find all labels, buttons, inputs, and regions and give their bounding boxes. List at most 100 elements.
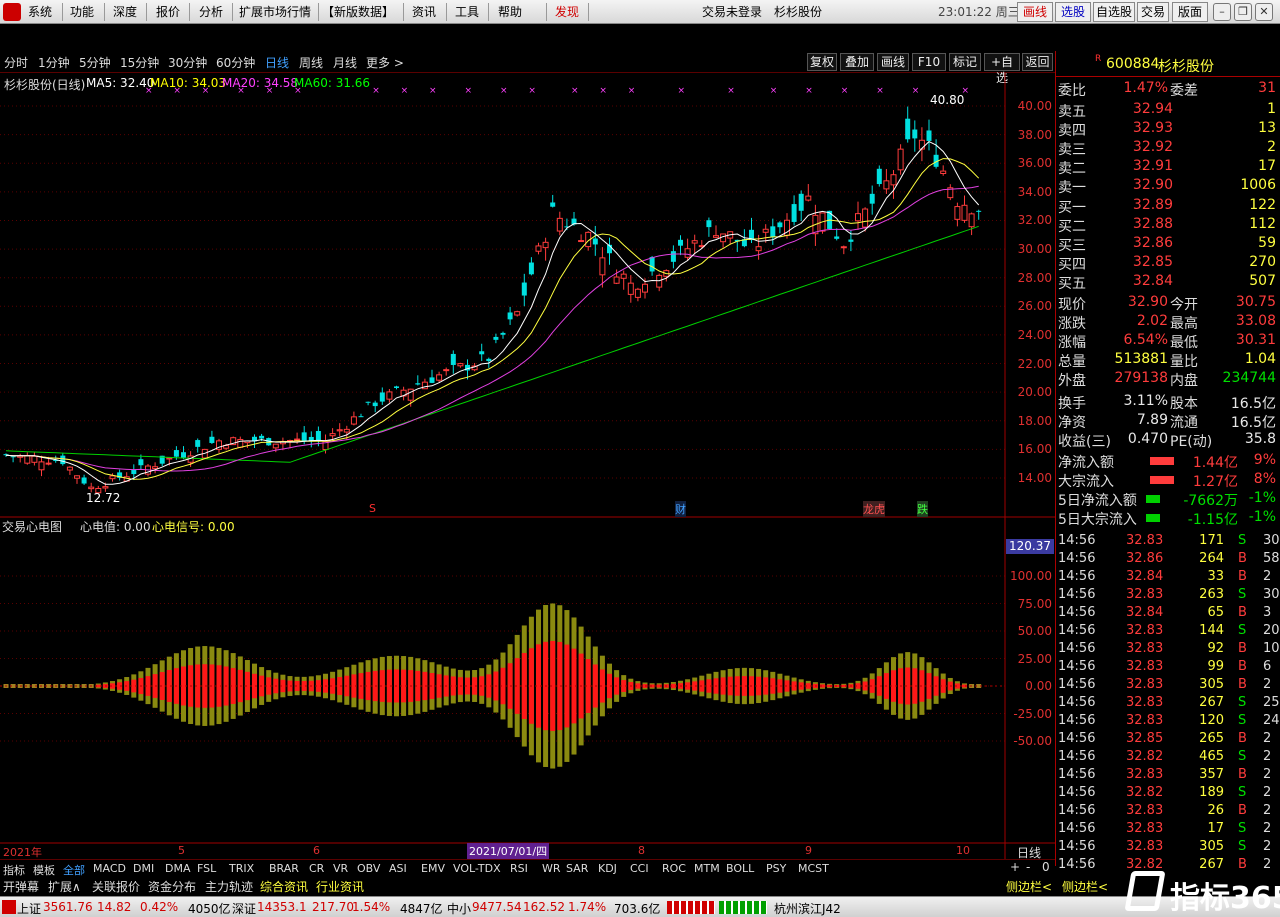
- candle-body: [315, 431, 321, 441]
- close-icon[interactable]: ✕: [1255, 3, 1273, 21]
- indicator-tab[interactable]: 全部: [63, 862, 85, 878]
- sidebar-collapse-right[interactable]: 侧边栏<: [1062, 878, 1108, 895]
- menu-analysis[interactable]: 分析: [199, 0, 223, 24]
- marker-finance[interactable]: 财: [675, 501, 686, 517]
- menu-news[interactable]: 资讯: [412, 0, 436, 24]
- zx-label[interactable]: 中小: [447, 900, 471, 917]
- tick-count: 2: [1263, 785, 1272, 800]
- weibi-label: 委比: [1058, 83, 1086, 99]
- date-oct: 10: [956, 844, 970, 857]
- marker-dragon-tiger[interactable]: 龙虎: [863, 501, 885, 517]
- tool-back[interactable]: 返回: [1022, 53, 1053, 71]
- indicator-tab[interactable]: VR: [333, 862, 348, 875]
- main-track-button[interactable]: 主力轨迹: [205, 878, 253, 895]
- price-tick: 14.00: [1017, 471, 1052, 485]
- tool-mark[interactable]: 标记: [949, 53, 981, 71]
- sidebar-collapse-left[interactable]: 侧边栏<: [1006, 878, 1052, 895]
- period-15min[interactable]: 15分钟: [120, 54, 159, 71]
- tool-f10[interactable]: F10: [912, 53, 946, 71]
- indicator-tick: 75.00: [1017, 596, 1052, 611]
- menu-system[interactable]: 系统: [28, 0, 52, 24]
- kline-chart[interactable]: × × × × × × × × × × × × × × × × × × × × × × ×: [0, 73, 1055, 859]
- trade-button[interactable]: 交易: [1137, 2, 1169, 22]
- quote-label2: 内盘: [1170, 373, 1198, 389]
- signal-mark: ×: [202, 86, 210, 96]
- menu-depth[interactable]: 深度: [113, 0, 137, 24]
- candle-body: [642, 283, 648, 293]
- indicator-tab[interactable]: EMV: [421, 862, 445, 875]
- tool-rights[interactable]: 复权: [807, 53, 837, 71]
- industry-news-button[interactable]: 行业资讯: [316, 878, 364, 895]
- select-stock-button[interactable]: 选股: [1055, 2, 1091, 22]
- indicator-tab[interactable]: BRAR: [269, 862, 299, 875]
- period-weekly[interactable]: 周线: [299, 54, 323, 71]
- indicator-tab[interactable]: DMI: [133, 862, 154, 875]
- period-30min[interactable]: 30分钟: [168, 54, 207, 71]
- period-60min[interactable]: 60分钟: [216, 54, 255, 71]
- sh-label[interactable]: 上证: [17, 900, 41, 917]
- danmaku-button[interactable]: 开弹幕: [3, 878, 39, 895]
- indicator-tab[interactable]: 模板: [33, 862, 55, 878]
- tick-time: 14:56: [1058, 551, 1096, 566]
- indicator-tab[interactable]: MACD: [93, 862, 126, 875]
- menu-tools[interactable]: 工具: [455, 0, 479, 24]
- indicator-tab[interactable]: ROC: [662, 862, 686, 875]
- tick-time: 14:56: [1058, 767, 1096, 782]
- indicator-tab[interactable]: BOLL: [726, 862, 754, 875]
- minimize-icon[interactable]: –: [1213, 3, 1231, 21]
- indicator-tab[interactable]: 指标: [3, 862, 25, 878]
- period-5min[interactable]: 5分钟: [79, 54, 111, 71]
- sz-label[interactable]: 深证: [232, 900, 256, 917]
- fund-distribution-button[interactable]: 资金分布: [148, 878, 196, 895]
- marker-fall[interactable]: 跌: [917, 501, 928, 517]
- candle-body: [926, 130, 932, 141]
- tool-overlay[interactable]: 叠加: [840, 53, 874, 71]
- indicator-tab[interactable]: ASI: [389, 862, 407, 875]
- indicator-tabs: 指标 模板 全部 MACD DMI DMA FSL TRIX BRAR CR VR OBV ASI EMV…: [0, 859, 1055, 877]
- indicator-tab[interactable]: WR: [542, 862, 561, 875]
- menu-quote[interactable]: 报价: [156, 0, 180, 24]
- expand-button[interactable]: 扩展∧: [48, 878, 81, 895]
- flow-bar-icon: [1150, 457, 1174, 465]
- indicator-tab[interactable]: PSY: [766, 862, 786, 875]
- menu-ext-market[interactable]: 扩展市场行情: [239, 0, 311, 24]
- indicator-tab[interactable]: TRIX: [229, 862, 254, 875]
- indicator-tab[interactable]: SAR: [566, 862, 588, 875]
- zoom-reset-button[interactable]: 0: [1042, 860, 1050, 874]
- zoom-in-button[interactable]: +: [1010, 860, 1020, 874]
- zoom-out-button[interactable]: -: [1026, 860, 1030, 874]
- favorites-button[interactable]: 自选股: [1093, 2, 1135, 22]
- period-more[interactable]: 更多 >: [366, 54, 404, 71]
- menu-help[interactable]: 帮助: [498, 0, 522, 24]
- menu-discover[interactable]: 发现: [555, 0, 579, 24]
- tool-draw[interactable]: 画线: [877, 53, 909, 71]
- flow-label: 5日净流入额: [1058, 493, 1137, 509]
- tool-add-favorite[interactable]: +自选: [984, 53, 1020, 85]
- menu-new-data[interactable]: 【新版数据】: [322, 0, 394, 24]
- general-news-button[interactable]: 综合资讯: [260, 878, 308, 895]
- indicator-tab[interactable]: DMA: [165, 862, 191, 875]
- restore-icon[interactable]: ❐: [1234, 3, 1252, 21]
- indicator-tab[interactable]: FSL: [197, 862, 216, 875]
- period-daily[interactable]: 日线: [265, 54, 289, 71]
- period-timeshare[interactable]: 分时: [4, 54, 28, 71]
- related-quote-button[interactable]: 关联报价: [92, 878, 140, 895]
- indicator-tab[interactable]: MCST: [798, 862, 829, 875]
- candle-body: [394, 386, 399, 388]
- sz-percent: 1.54%: [352, 900, 391, 914]
- indicator-tab[interactable]: VOL-TDX: [453, 862, 501, 875]
- draw-line-button[interactable]: 画线: [1017, 2, 1053, 22]
- period-monthly[interactable]: 月线: [333, 54, 357, 71]
- marker-s[interactable]: S: [369, 502, 376, 515]
- candle-body: [876, 168, 882, 185]
- tick-side: B: [1238, 731, 1247, 746]
- indicator-tab[interactable]: CR: [309, 862, 324, 875]
- menu-function[interactable]: 功能: [70, 0, 94, 24]
- indicator-tab[interactable]: KDJ: [598, 862, 617, 875]
- period-1min[interactable]: 1分钟: [38, 54, 70, 71]
- indicator-tab[interactable]: CCI: [630, 862, 649, 875]
- indicator-tab[interactable]: MTM: [694, 862, 720, 875]
- indicator-tab[interactable]: RSI: [510, 862, 528, 875]
- layout-button[interactable]: 版面: [1172, 2, 1208, 22]
- indicator-tab[interactable]: OBV: [357, 862, 380, 875]
